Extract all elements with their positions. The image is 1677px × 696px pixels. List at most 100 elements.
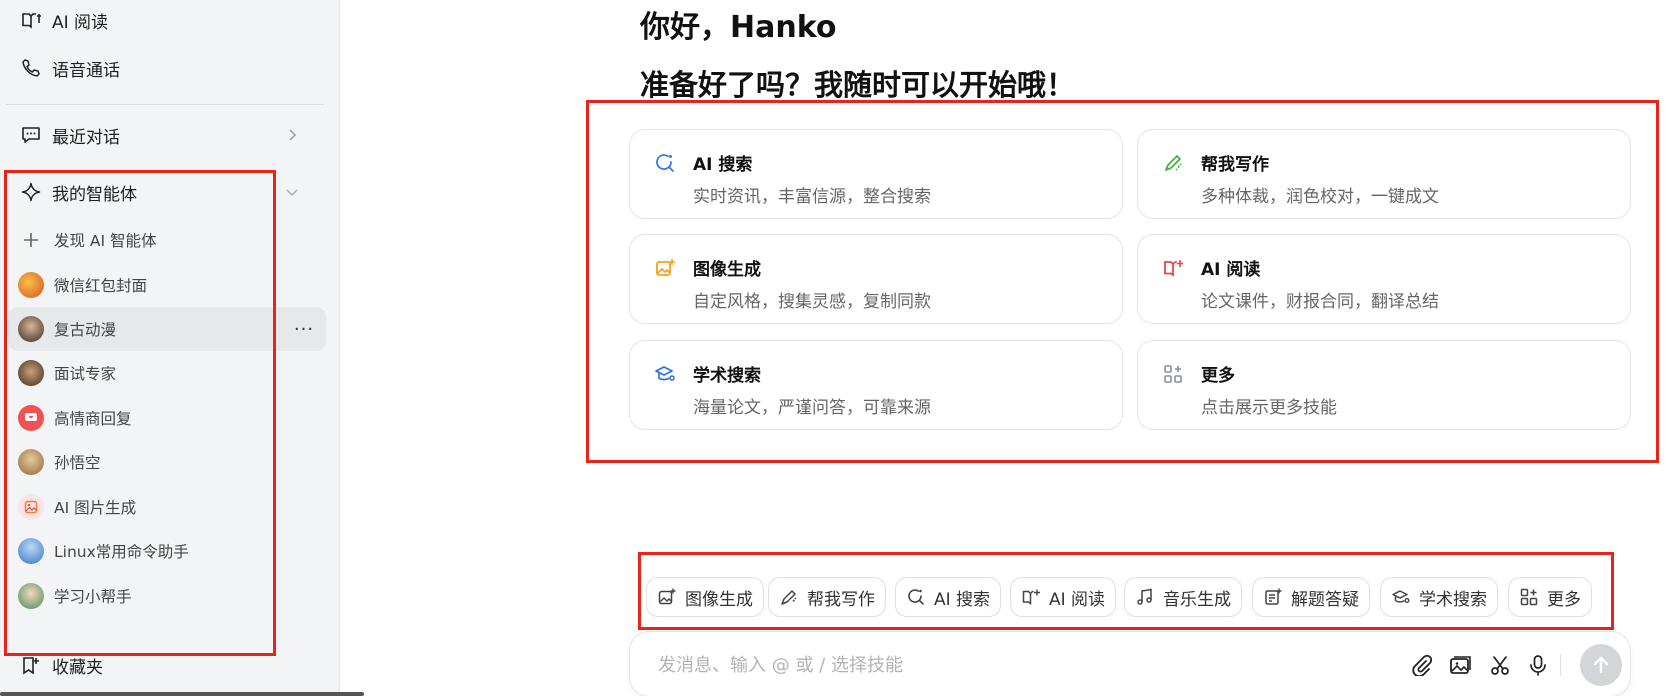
agent-label: 学习小帮手	[54, 588, 132, 606]
sidebar-divider	[6, 104, 324, 105]
sidebar-item-recent[interactable]: 最近对话	[8, 115, 326, 155]
photo-icon[interactable]	[1448, 652, 1474, 678]
skill-card-ai-read[interactable]: AI 阅读 论文课件，财报合同，翻译总结	[1137, 234, 1631, 324]
chip-label: 学术搜索	[1419, 589, 1487, 610]
sidebar-item-voice-call[interactable]: 语音通话	[8, 48, 326, 88]
card-desc: 论文课件，财报合同，翻译总结	[1201, 292, 1439, 312]
agent-label: AI 图片生成	[54, 499, 137, 517]
skill-card-image-gen[interactable]: 图像生成 自定风格，搜集灵感，复制同款	[629, 234, 1123, 324]
image-icon	[654, 257, 676, 279]
phone-icon	[20, 57, 42, 79]
card-desc: 点击展示更多技能	[1201, 398, 1337, 418]
sidebar-item-label: 收藏夹	[52, 657, 103, 678]
sidebar-item-ai-read[interactable]: AI 阅读	[8, 0, 326, 40]
chip-label: 更多	[1547, 589, 1581, 610]
sidebar-item-label: AI 阅读	[52, 12, 109, 33]
grid-icon	[1519, 587, 1539, 607]
book-icon	[20, 9, 42, 31]
chip-more[interactable]: 更多	[1508, 577, 1592, 617]
avatar	[18, 538, 44, 564]
sidebar-item-favorites[interactable]: 收藏夹	[8, 645, 326, 685]
card-title: 更多	[1201, 366, 1235, 386]
agent-item[interactable]: 复古动漫 ···	[8, 307, 326, 351]
horizontal-scrollbar[interactable]	[0, 692, 364, 696]
sidebar-item-label: 语音通话	[52, 60, 120, 81]
chevron-down-icon	[282, 182, 302, 202]
chip-label: 解题答疑	[1291, 589, 1359, 610]
academic-icon	[1391, 587, 1411, 607]
chip-academic[interactable]: 学术搜索	[1380, 577, 1498, 617]
book-icon	[1021, 587, 1041, 607]
grid-icon	[1162, 363, 1184, 385]
agent-label: 复古动漫	[54, 321, 117, 339]
chip-label: AI 搜索	[934, 589, 991, 610]
chip-writing[interactable]: 帮我写作	[768, 577, 886, 617]
sparkle-icon	[20, 181, 42, 203]
avatar	[18, 449, 44, 475]
discover-label: 发现 AI 智能体	[54, 232, 157, 250]
sidebar-item-my-agents[interactable]: 我的智能体	[8, 172, 326, 212]
card-title: 帮我写作	[1201, 155, 1269, 175]
agent-label: 微信红包封面	[54, 277, 148, 295]
skill-card-academic[interactable]: 学术搜索 海量论文，严谨问答，可靠来源	[629, 340, 1123, 430]
sidebar-item-label: 我的智能体	[52, 184, 137, 205]
search-icon	[906, 587, 926, 607]
pen-icon	[1162, 152, 1184, 174]
card-title: 学术搜索	[693, 366, 761, 386]
chip-ai-search[interactable]: AI 搜索	[895, 577, 1002, 617]
chip-label: 帮我写作	[807, 589, 875, 610]
avatar	[18, 360, 44, 386]
avatar	[18, 405, 44, 431]
page-title: 你好，Hanko	[640, 10, 837, 45]
agent-item[interactable]: 微信红包封面	[8, 263, 326, 307]
agent-label: 面试专家	[54, 365, 117, 383]
skill-card-more[interactable]: 更多 点击展示更多技能	[1137, 340, 1631, 430]
page-subtitle: 准备好了吗？我随时可以开始哦！	[640, 68, 1076, 102]
scissors-icon[interactable]	[1487, 652, 1513, 678]
avatar	[18, 272, 44, 298]
plus-icon	[18, 227, 44, 253]
arrow-up-icon	[1593, 656, 1609, 674]
agent-label: 高情商回复	[54, 410, 132, 428]
agent-item[interactable]: 孙悟空	[8, 440, 326, 484]
message-input[interactable]	[658, 648, 1358, 682]
chevron-right-icon	[282, 125, 302, 145]
agent-item[interactable]: AI 图片生成	[8, 485, 326, 529]
agent-item[interactable]: 面试专家	[8, 351, 326, 395]
discover-agents-button[interactable]: 发现 AI 智能体	[8, 218, 326, 262]
card-title: 图像生成	[693, 260, 761, 280]
card-title: AI 搜索	[693, 155, 753, 175]
skill-card-writing[interactable]: 帮我写作 多种体裁，润色校对，一键成文	[1137, 129, 1631, 219]
chat-icon	[20, 124, 42, 146]
image-icon	[657, 587, 677, 607]
music-icon	[1135, 587, 1155, 607]
quiz-icon	[1263, 587, 1283, 607]
sidebar: AI 阅读 语音通话 最近对话 我的智能体 发现 AI 智能体 微信红包封面 复…	[0, 0, 340, 696]
chip-label: AI 阅读	[1049, 589, 1106, 610]
card-desc: 实时资讯，丰富信源，整合搜索	[693, 187, 931, 207]
agent-label: 孙悟空	[54, 454, 101, 472]
more-options-button[interactable]: ···	[292, 317, 316, 341]
academic-icon	[654, 363, 676, 385]
toolbar-divider	[1560, 654, 1561, 676]
avatar	[18, 316, 44, 342]
book-icon	[1162, 257, 1184, 279]
agent-item[interactable]: 高情商回复	[8, 396, 326, 440]
chip-music-gen[interactable]: 音乐生成	[1124, 577, 1242, 617]
card-desc: 海量论文，严谨问答，可靠来源	[693, 398, 931, 418]
chip-ai-read[interactable]: AI 阅读	[1010, 577, 1117, 617]
agent-item[interactable]: 学习小帮手	[8, 574, 326, 618]
microphone-icon[interactable]	[1525, 652, 1551, 678]
message-composer	[629, 631, 1631, 696]
chip-quiz[interactable]: 解题答疑	[1252, 577, 1370, 617]
sidebar-item-label: 最近对话	[52, 127, 120, 148]
chip-image-gen[interactable]: 图像生成	[646, 577, 764, 617]
skill-card-ai-search[interactable]: AI 搜索 实时资讯，丰富信源，整合搜索	[629, 129, 1123, 219]
card-title: AI 阅读	[1201, 260, 1261, 280]
send-button[interactable]	[1580, 644, 1622, 686]
card-desc: 自定风格，搜集灵感，复制同款	[693, 292, 931, 312]
card-desc: 多种体裁，润色校对，一键成文	[1201, 187, 1439, 207]
agent-item[interactable]: Linux常用命令助手	[8, 529, 326, 573]
attach-icon[interactable]	[1409, 652, 1435, 678]
bookmark-icon	[20, 654, 42, 676]
